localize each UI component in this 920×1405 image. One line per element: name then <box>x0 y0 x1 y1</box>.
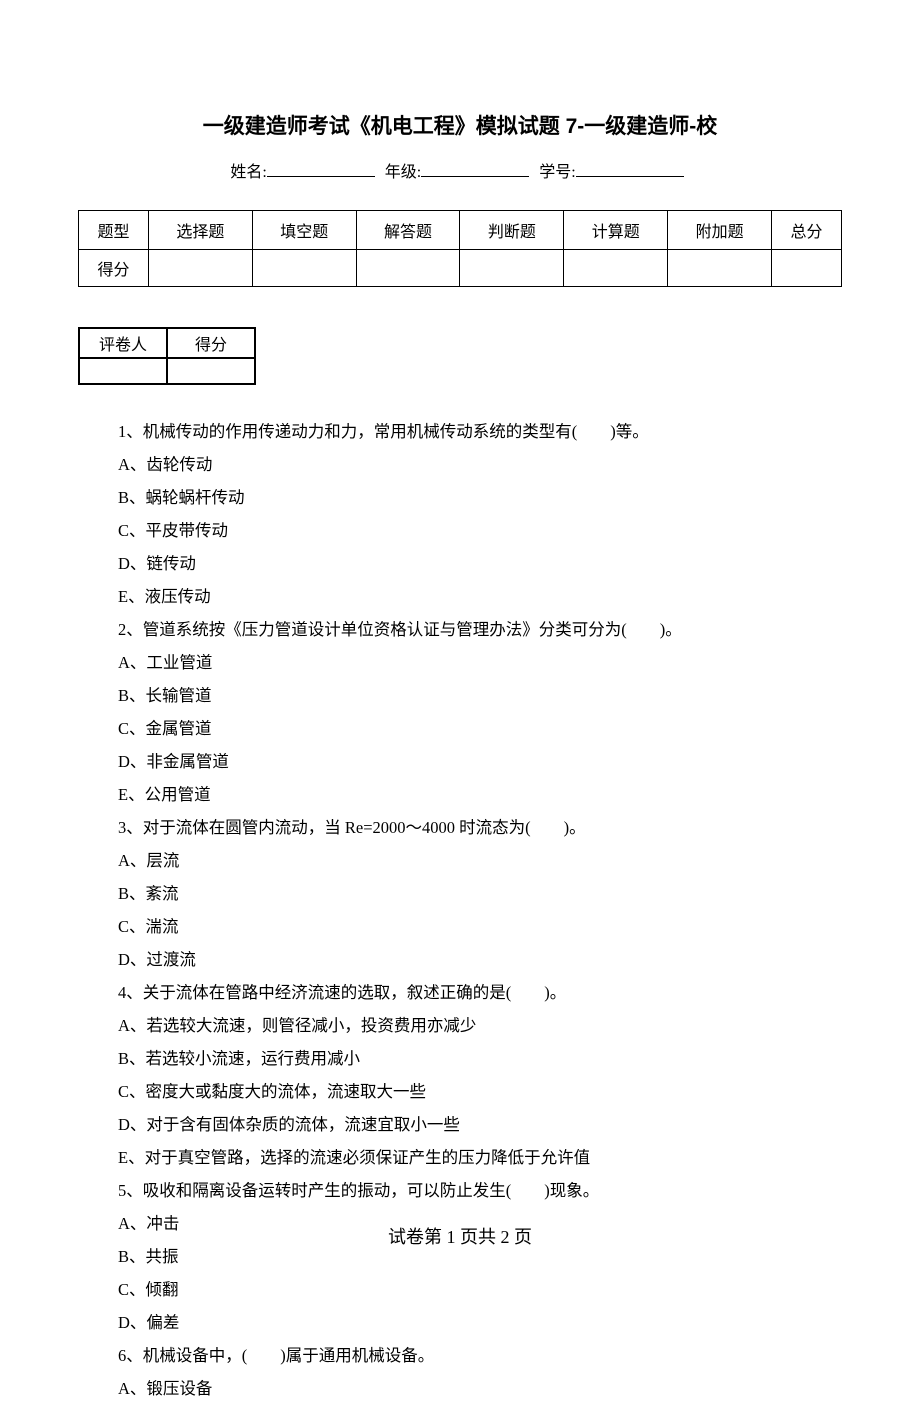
grader-header: 评卷人 <box>79 328 167 358</box>
question-line: A、若选较大流速，则管径减小，投资费用亦减少 <box>118 1009 842 1042</box>
grader-cell[interactable] <box>167 358 255 384</box>
question-line: E、对于真空管路，选择的流速必须保证产生的压力降低于允许值 <box>118 1141 842 1174</box>
question-line: 2、管道系统按《压力管道设计单位资格认证与管理办法》分类可分为( )。 <box>118 613 842 646</box>
score-table: 题型 选择题 填空题 解答题 判断题 计算题 附加题 总分 得分 <box>78 210 842 287</box>
score-header: 计算题 <box>564 211 668 250</box>
question-line: C、密度大或黏度大的流体，流速取大一些 <box>118 1075 842 1108</box>
question-line: C、金属管道 <box>118 712 842 745</box>
question-line: B、蜗轮蜗杆传动 <box>118 481 842 514</box>
grader-header: 得分 <box>167 328 255 358</box>
student-info-line: 姓名: 年级: 学号: <box>78 158 842 182</box>
question-line: A、层流 <box>118 844 842 877</box>
score-header: 总分 <box>772 211 842 250</box>
grade-blank[interactable] <box>421 163 529 177</box>
score-header: 题型 <box>79 211 149 250</box>
id-blank[interactable] <box>576 163 684 177</box>
id-label: 学号: <box>539 164 575 181</box>
question-line: C、湍流 <box>118 910 842 943</box>
score-cell[interactable] <box>252 250 356 287</box>
name-blank[interactable] <box>267 163 375 177</box>
question-line: D、链传动 <box>118 547 842 580</box>
question-line: C、平皮带传动 <box>118 514 842 547</box>
page-footer: 试卷第 1 页共 2 页 <box>0 1223 920 1249</box>
question-line: D、过渡流 <box>118 943 842 976</box>
score-row-label: 得分 <box>79 250 149 287</box>
grader-cell[interactable] <box>79 358 167 384</box>
page-title: 一级建造师考试《机电工程》模拟试题 7-一级建造师-校 <box>78 110 842 140</box>
score-header: 选择题 <box>148 211 252 250</box>
score-cell[interactable] <box>772 250 842 287</box>
question-line: C、倾翻 <box>118 1273 842 1306</box>
question-line: D、对于含有固体杂质的流体，流速宜取小一些 <box>118 1108 842 1141</box>
question-line: B、紊流 <box>118 877 842 910</box>
name-label: 姓名: <box>230 164 266 181</box>
question-line: 5、吸收和隔离设备运转时产生的振动，可以防止发生( )现象。 <box>118 1174 842 1207</box>
question-line: 3、对于流体在圆管内流动，当 Re=2000～4000 时流态为( )。 <box>118 811 842 844</box>
score-cell[interactable] <box>668 250 772 287</box>
score-header: 解答题 <box>356 211 460 250</box>
question-line: E、液压传动 <box>118 580 842 613</box>
score-cell[interactable] <box>356 250 460 287</box>
question-line: B、若选较小流速，运行费用减小 <box>118 1042 842 1075</box>
question-line: 1、机械传动的作用传递动力和力，常用机械传动系统的类型有( )等。 <box>118 415 842 448</box>
score-header: 填空题 <box>252 211 356 250</box>
score-header: 附加题 <box>668 211 772 250</box>
grade-label: 年级: <box>385 164 421 181</box>
score-header: 判断题 <box>460 211 564 250</box>
question-line: B、长输管道 <box>118 679 842 712</box>
score-cell[interactable] <box>460 250 564 287</box>
question-line: 4、关于流体在管路中经济流速的选取，叙述正确的是( )。 <box>118 976 842 1009</box>
question-line: A、锻压设备 <box>118 1372 842 1405</box>
score-cell[interactable] <box>148 250 252 287</box>
questions-area: 1、机械传动的作用传递动力和力，常用机械传动系统的类型有( )等。 A、齿轮传动… <box>78 415 842 1405</box>
score-cell[interactable] <box>564 250 668 287</box>
question-line: 6、机械设备中，( )属于通用机械设备。 <box>118 1339 842 1372</box>
question-line: E、公用管道 <box>118 778 842 811</box>
question-line: D、偏差 <box>118 1306 842 1339</box>
question-line: A、工业管道 <box>118 646 842 679</box>
grader-table: 评卷人 得分 <box>78 327 256 385</box>
question-line: A、齿轮传动 <box>118 448 842 481</box>
question-line: D、非金属管道 <box>118 745 842 778</box>
